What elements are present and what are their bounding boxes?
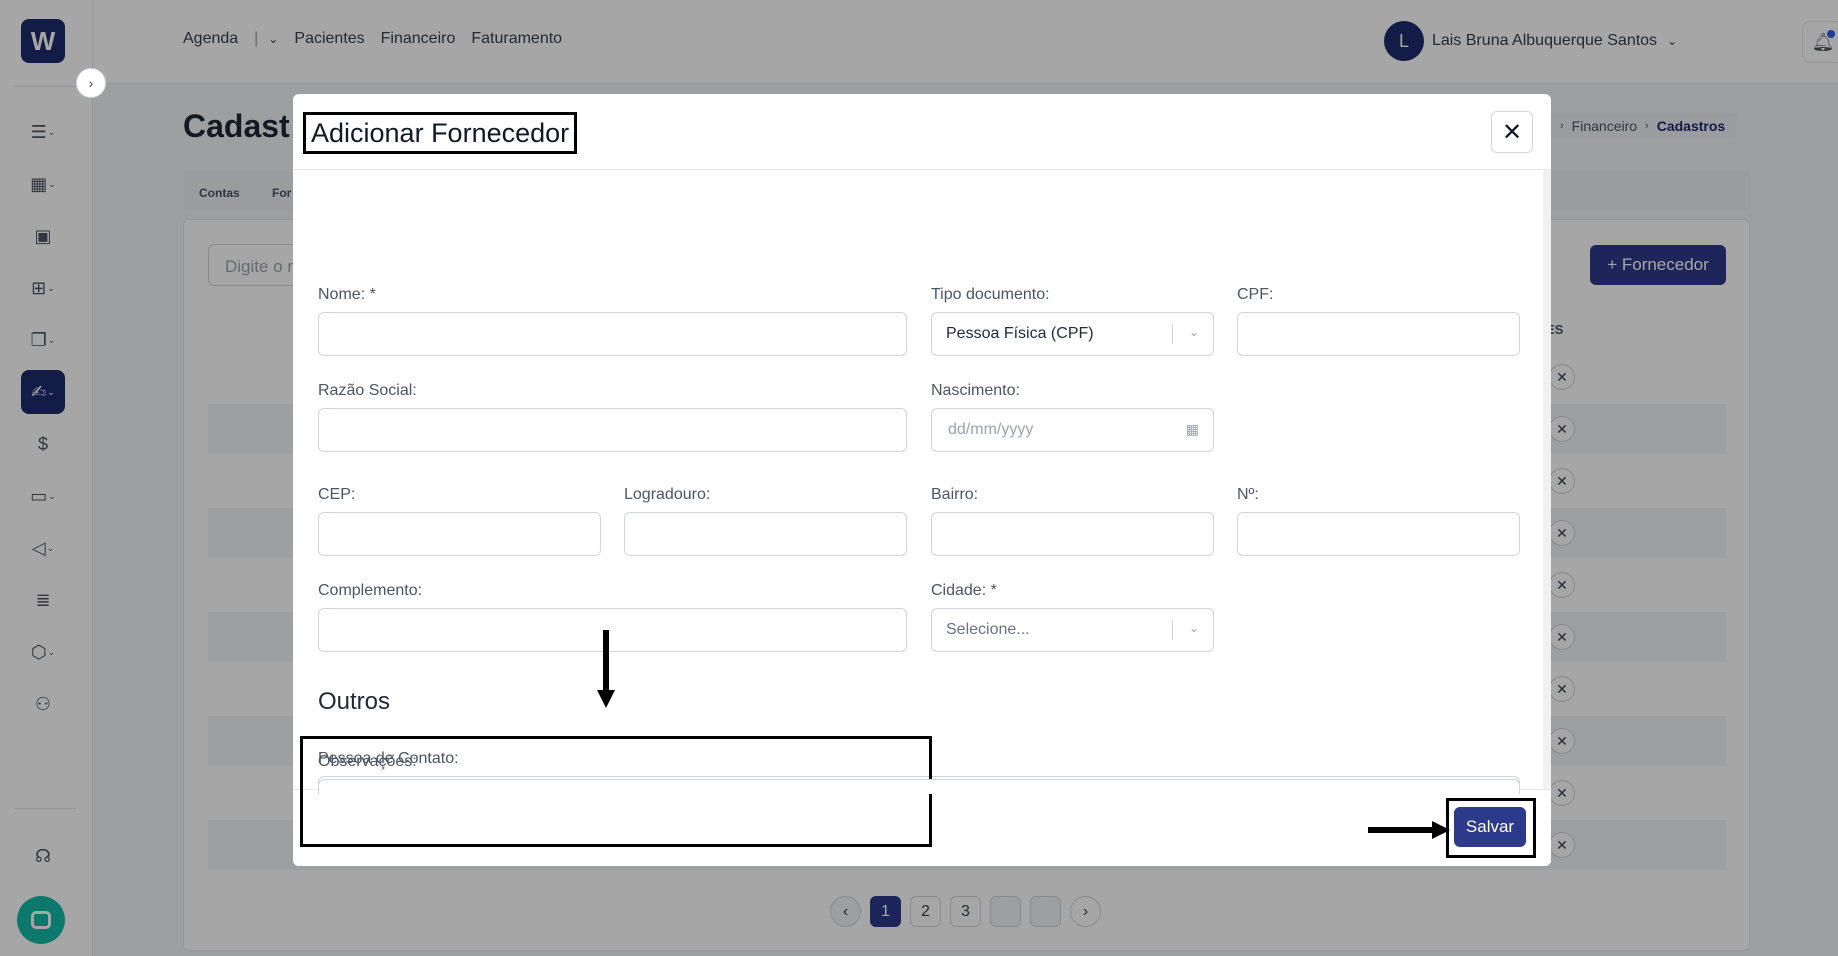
numero-input[interactable] (1237, 512, 1520, 556)
scrollbar[interactable] (1543, 170, 1551, 789)
chevron-down-icon: ⌄ (1188, 621, 1199, 635)
chevron-right-icon[interactable]: › (76, 68, 106, 98)
annotation-arrow-head (1432, 821, 1450, 839)
cidade-select[interactable]: Selecione... ⌄ (931, 608, 1214, 652)
label-tipo-documento: Tipo documento: (931, 286, 1050, 303)
divider (1172, 324, 1173, 344)
label-cpf: CPF: (1237, 286, 1274, 303)
annotation-arrow-head (597, 690, 615, 708)
label-numero: Nº: (1237, 486, 1259, 503)
label-nascimento: Nascimento: (931, 382, 1020, 399)
label-logradouro: Logradouro: (624, 486, 711, 503)
label-razao-social: Razão Social: (318, 382, 417, 399)
modal-body: Nome: * Tipo documento: Pessoa Física (C… (293, 170, 1543, 789)
bairro-input[interactable] (931, 512, 1214, 556)
nascimento-input[interactable]: dd/mm/yyyy ▦ (931, 408, 1214, 452)
logradouro-input[interactable] (624, 512, 907, 556)
label-observacoes: Observações: (318, 753, 417, 770)
divider (1172, 620, 1173, 640)
label-bairro: Bairro: (931, 486, 979, 503)
observacoes-textarea[interactable] (318, 779, 1520, 794)
label-nome: Nome: * (318, 286, 376, 303)
label-complemento: Complemento: (318, 582, 423, 599)
calendar-icon[interactable]: ▦ (1186, 421, 1199, 438)
close-icon[interactable]: ✕ (1491, 111, 1533, 153)
cidade-placeholder: Selecione... (946, 621, 1030, 638)
chevron-down-icon: ⌄ (1188, 325, 1199, 339)
nome-input[interactable] (318, 312, 907, 356)
cep-input[interactable] (318, 512, 601, 556)
modal-title: Adicionar Fornecedor (303, 112, 578, 154)
nascimento-placeholder: dd/mm/yyyy (948, 421, 1034, 438)
section-title-outros: Outros (318, 688, 391, 715)
complemento-input[interactable] (318, 608, 907, 652)
razao-social-input[interactable] (318, 408, 907, 452)
label-cep: CEP: (318, 486, 356, 503)
tipo-documento-select[interactable]: Pessoa Física (CPF) ⌄ (931, 312, 1214, 356)
cpf-input[interactable] (1237, 312, 1520, 356)
modal-header: Adicionar Fornecedor ✕ (293, 94, 1551, 170)
annotation-arrow-down (603, 630, 609, 692)
label-cidade: Cidade: * (931, 582, 997, 599)
annotation-arrow-right (1368, 827, 1434, 833)
tipo-documento-value: Pessoa Física (CPF) (946, 325, 1094, 342)
highlight-box: Salvar (1446, 798, 1536, 858)
save-button[interactable]: Salvar (1454, 807, 1526, 847)
